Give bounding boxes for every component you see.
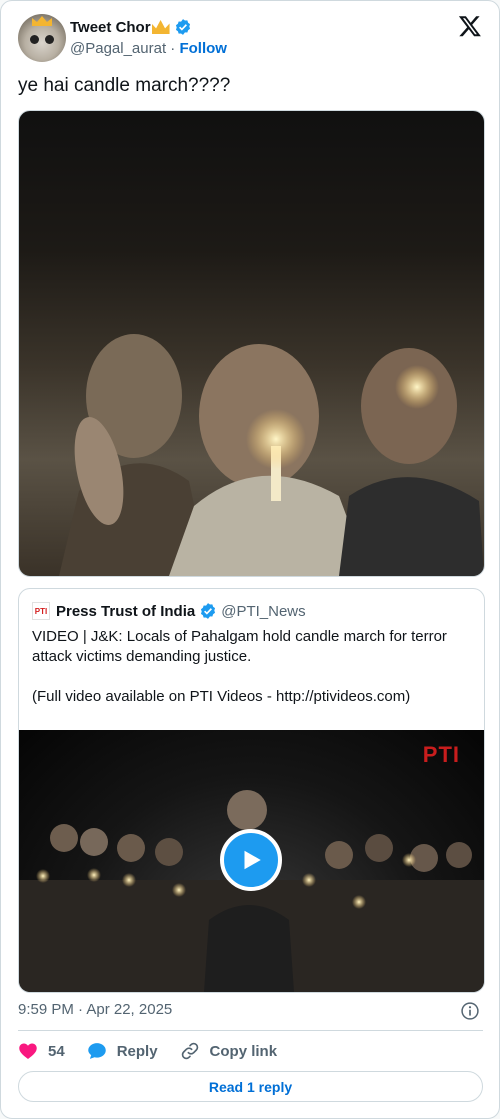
quoted-author-handle[interactable]: @PTI_News (221, 603, 305, 620)
quoted-video[interactable]: PTI (19, 730, 484, 992)
tweet-media-image[interactable] (18, 110, 485, 577)
copy-link-button[interactable]: Copy link (180, 1041, 278, 1061)
pti-watermark: PTI (422, 742, 460, 767)
divider (18, 1030, 483, 1031)
reply-label: Reply (116, 1042, 158, 1060)
action-bar: 54 Reply Copy link (18, 1041, 299, 1061)
tweet-card: Tweet Chor @Pagal_aurat · Follow ye hai … (0, 0, 500, 1119)
quoted-header: PTI Press Trust of India @PTI_News (32, 602, 306, 620)
author-name-row[interactable]: Tweet Chor (70, 18, 192, 36)
quoted-text: VIDEO | J&K: Locals of Pahalgam hold can… (32, 628, 447, 705)
play-icon (244, 850, 261, 870)
avatar[interactable] (18, 14, 66, 62)
crown-icon (32, 16, 52, 26)
x-logo-icon[interactable] (458, 14, 482, 38)
candle-march-photo (59, 334, 484, 576)
quoted-author-name[interactable]: Press Trust of India (56, 603, 195, 620)
avatar-eye (30, 35, 39, 44)
copy-link-label: Copy link (209, 1042, 278, 1060)
crown-emoji-icon (151, 20, 170, 34)
quoted-tweet[interactable]: PTI Press Trust of India @PTI_News VIDEO… (18, 588, 485, 993)
read-replies-button[interactable]: Read 1 reply (18, 1071, 483, 1102)
verified-icon (201, 603, 216, 619)
link-icon (181, 1042, 198, 1060)
tweet-timestamp[interactable]: 9:59 PM · Apr 22, 2025 (18, 1001, 172, 1018)
author-handle-row: @Pagal_aurat · Follow (70, 40, 227, 57)
author-handle[interactable]: @Pagal_aurat (70, 40, 166, 57)
tweet-text: ye hai candle march???? (18, 75, 231, 96)
reply-icon (87, 1043, 106, 1059)
author-name[interactable]: Tweet Chor (70, 19, 151, 36)
heart-icon (19, 1043, 37, 1059)
avatar-eye (45, 35, 54, 44)
separator-dot: · (170, 40, 176, 57)
pti-logo: PTI (32, 602, 50, 620)
verified-icon (175, 19, 190, 35)
info-icon[interactable] (460, 1001, 480, 1021)
reply-button[interactable]: Reply (87, 1041, 158, 1061)
play-button[interactable] (220, 829, 282, 891)
follow-button[interactable]: Follow (179, 40, 227, 57)
like-button[interactable]: 54 (18, 1041, 65, 1061)
like-count: 54 (48, 1042, 65, 1060)
